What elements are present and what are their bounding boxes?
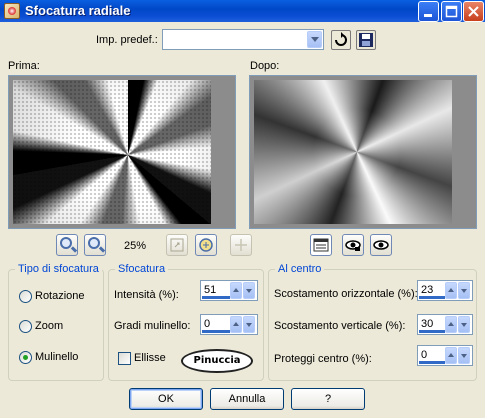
dialog-window: Sfocatura radiale Imp. predef.: Prima: D… bbox=[0, 0, 485, 418]
floppy-disk-icon bbox=[359, 33, 373, 47]
auto-proof-button[interactable] bbox=[342, 234, 364, 256]
twirl-spinner[interactable]: 0 bbox=[200, 314, 258, 335]
after-label: Dopo: bbox=[250, 60, 280, 72]
before-preview[interactable] bbox=[8, 75, 236, 229]
preset-select[interactable] bbox=[162, 29, 324, 50]
watermark-logo: Pinuccia bbox=[181, 349, 253, 373]
preview-eye-button[interactable] bbox=[370, 234, 392, 256]
window-title: Sfocatura radiale bbox=[25, 3, 131, 18]
v-offset-slider-bar[interactable] bbox=[419, 330, 445, 333]
protect-center-down-icon[interactable] bbox=[458, 347, 470, 364]
preset-label: Imp. predef.: bbox=[96, 34, 158, 46]
eye-icon bbox=[373, 240, 389, 250]
reset-preset-button[interactable] bbox=[331, 30, 351, 50]
radio-rotation-label[interactable]: Rotazione bbox=[35, 290, 85, 302]
radio-twirl[interactable] bbox=[19, 351, 32, 364]
before-preview-image bbox=[13, 80, 211, 224]
zoom-level: 25% bbox=[124, 240, 147, 252]
after-preview-image bbox=[254, 80, 452, 224]
after-preview[interactable] bbox=[249, 75, 477, 229]
ok-button[interactable]: OK bbox=[129, 388, 203, 410]
zoom-out-icon bbox=[60, 237, 72, 249]
ellipse-checkbox[interactable] bbox=[118, 352, 131, 365]
h-offset-up-icon[interactable] bbox=[445, 282, 457, 299]
before-label: Prima: bbox=[8, 60, 40, 72]
twirl-value[interactable]: 0 bbox=[204, 318, 210, 330]
v-offset-arrows bbox=[445, 316, 471, 333]
intensity-slider-bar[interactable] bbox=[202, 296, 230, 299]
twirl-arrows bbox=[230, 316, 256, 333]
save-preset-button[interactable] bbox=[356, 30, 376, 50]
title-bar[interactable]: Sfocatura radiale bbox=[0, 0, 485, 22]
move-icon bbox=[235, 239, 247, 251]
zoom-in-button[interactable] bbox=[84, 234, 106, 256]
intensity-label: Intensità (%): bbox=[114, 289, 179, 301]
zoom-in-icon bbox=[88, 237, 100, 249]
protect-center-up-icon[interactable] bbox=[445, 347, 457, 364]
twirl-slider-bar[interactable] bbox=[202, 330, 230, 333]
navigate-button[interactable] bbox=[230, 234, 252, 256]
radio-zoom-label[interactable]: Zoom bbox=[35, 320, 63, 332]
maximize-button[interactable] bbox=[441, 1, 462, 22]
protect-center-spinner[interactable]: 0 bbox=[417, 345, 473, 366]
app-icon bbox=[4, 3, 20, 19]
intensity-spinner[interactable]: 51 bbox=[200, 280, 258, 301]
ellipse-label[interactable]: Ellisse bbox=[134, 352, 166, 364]
h-offset-down-icon[interactable] bbox=[458, 282, 470, 299]
twirl-up-icon[interactable] bbox=[230, 316, 242, 333]
chevron-down-icon[interactable] bbox=[307, 31, 322, 48]
v-offset-spinner[interactable]: 30 bbox=[417, 314, 473, 335]
minimize-icon bbox=[424, 14, 432, 17]
help-button[interactable]: ? bbox=[291, 388, 365, 410]
h-offset-value[interactable]: 23 bbox=[421, 284, 433, 296]
protect-center-label: Proteggi centro (%): bbox=[274, 353, 372, 365]
cancel-button[interactable]: Annulla bbox=[210, 388, 284, 410]
fit-view-button[interactable] bbox=[166, 234, 188, 256]
radio-zoom[interactable] bbox=[19, 320, 32, 333]
h-offset-spinner[interactable]: 23 bbox=[417, 280, 473, 301]
close-button[interactable] bbox=[463, 1, 484, 22]
protect-center-arrows bbox=[445, 347, 471, 364]
proof-icon bbox=[313, 238, 329, 252]
radio-rotation[interactable] bbox=[19, 290, 32, 303]
eye-lock-icon bbox=[345, 240, 361, 251]
h-offset-label: Scostamento orizzontale (%): bbox=[274, 288, 418, 300]
twirl-label: Gradi mulinello: bbox=[114, 320, 191, 332]
twirl-down-icon[interactable] bbox=[243, 316, 255, 333]
h-offset-arrows bbox=[445, 282, 471, 299]
reset-icon bbox=[335, 32, 347, 46]
intensity-down-icon[interactable] bbox=[243, 282, 255, 299]
fit-view-icon bbox=[170, 238, 184, 252]
h-offset-slider-bar[interactable] bbox=[419, 296, 445, 299]
intensity-up-icon[interactable] bbox=[230, 282, 242, 299]
protect-center-value[interactable]: 0 bbox=[421, 349, 427, 361]
v-offset-up-icon[interactable] bbox=[445, 316, 457, 333]
center-title: Al centro bbox=[275, 263, 325, 275]
radio-twirl-label[interactable]: Mulinello bbox=[35, 351, 78, 363]
intensity-value[interactable]: 51 bbox=[204, 284, 216, 296]
zoom-area-icon bbox=[199, 238, 213, 252]
v-offset-down-icon[interactable] bbox=[458, 316, 470, 333]
pan-preview-button[interactable] bbox=[195, 234, 217, 256]
zoom-out-button[interactable] bbox=[56, 234, 78, 256]
protect-center-slider-bar[interactable] bbox=[419, 361, 445, 364]
close-icon bbox=[468, 6, 479, 17]
intensity-arrows bbox=[230, 282, 256, 299]
minimize-button[interactable] bbox=[418, 1, 439, 22]
blur-title: Sfocatura bbox=[115, 263, 169, 275]
v-offset-label: Scostamento verticale (%): bbox=[274, 320, 406, 332]
proof-toggle-button[interactable] bbox=[310, 234, 332, 256]
v-offset-value[interactable]: 30 bbox=[421, 318, 433, 330]
blur-type-title: Tipo di sfocatura bbox=[15, 263, 102, 275]
maximize-icon bbox=[445, 5, 458, 18]
